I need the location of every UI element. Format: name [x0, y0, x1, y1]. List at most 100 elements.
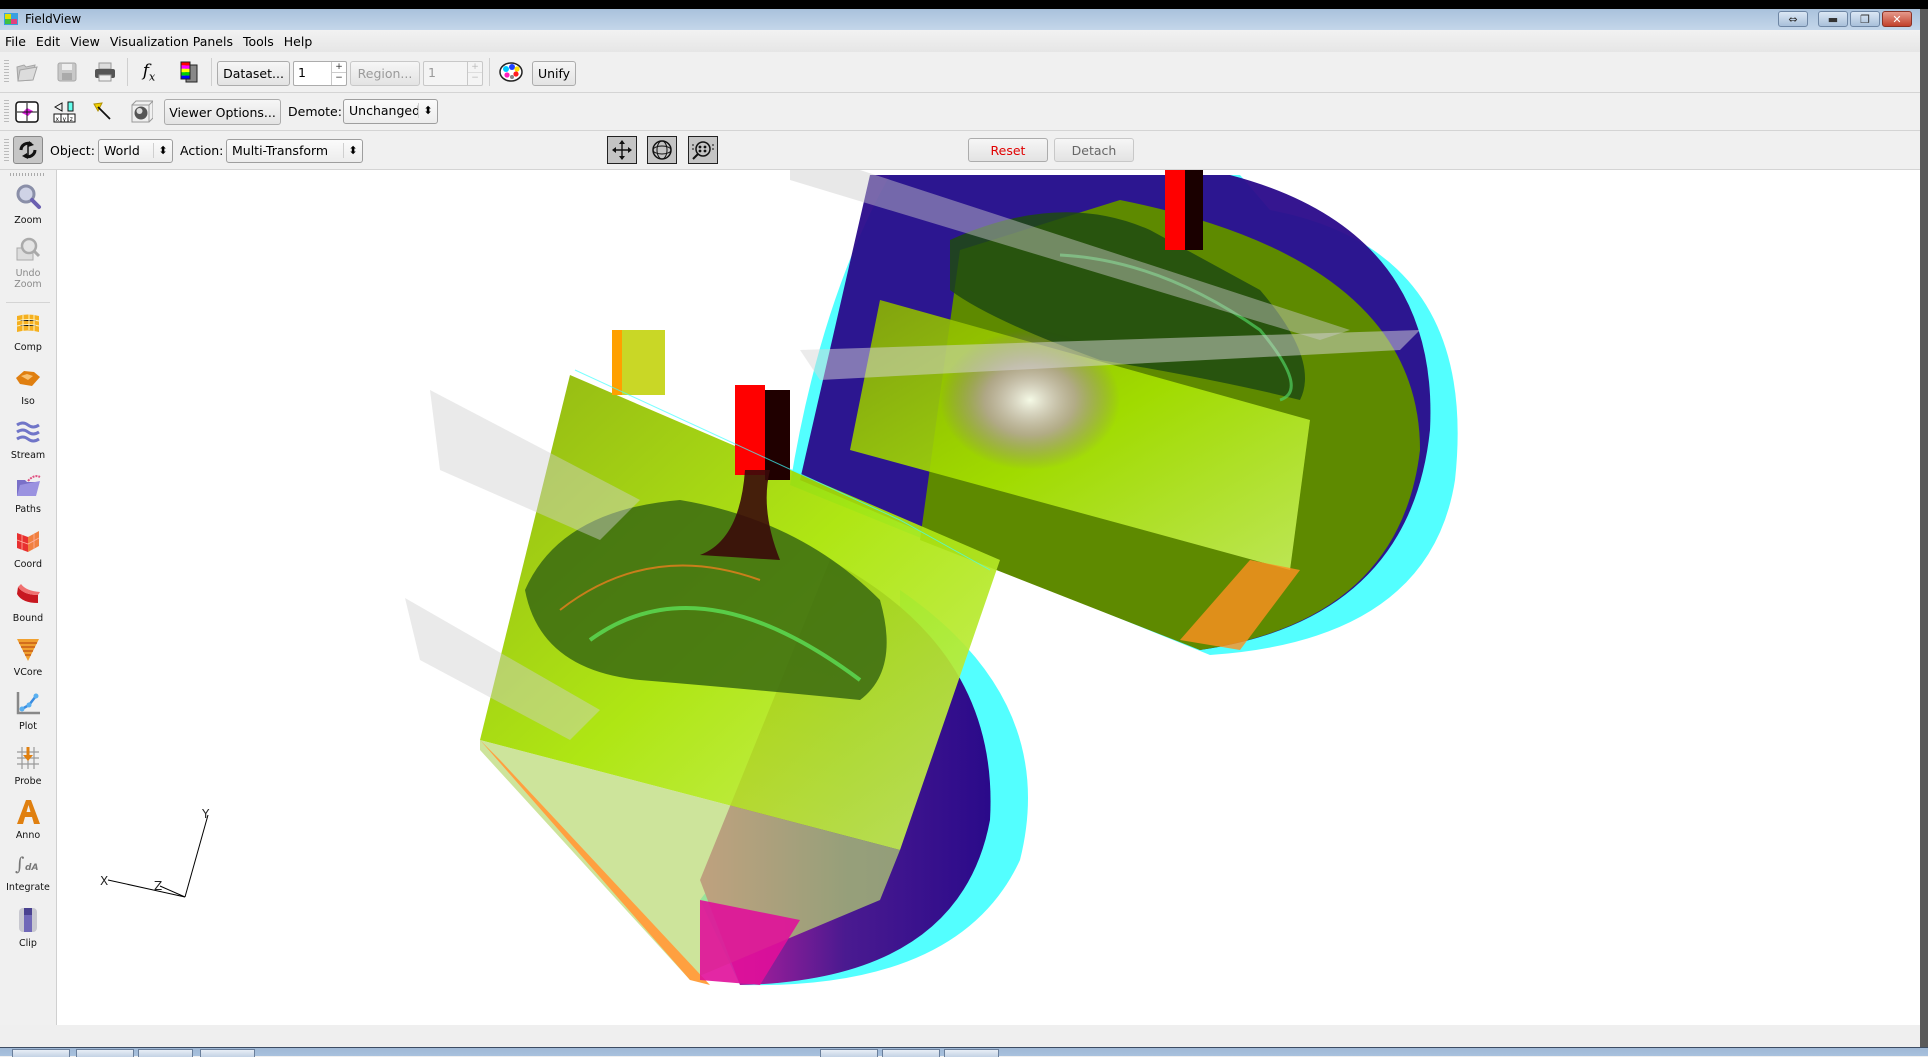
- separator: [127, 58, 128, 86]
- probe-icon: [17, 747, 39, 769]
- open-button[interactable]: [14, 59, 40, 85]
- coordinate-button[interactable]: xyz: [52, 99, 78, 125]
- colormap-icon: [180, 61, 198, 83]
- dataset-value[interactable]: 1: [298, 65, 306, 80]
- toolbar-transform: Object: World ⬍ Action: Multi-Transform …: [0, 131, 1920, 170]
- colormap-button[interactable]: [176, 59, 202, 85]
- open-folder-icon: [16, 64, 38, 82]
- iso-surface-icon: [16, 371, 40, 386]
- rotate-button[interactable]: [647, 136, 677, 164]
- menu-view[interactable]: View: [65, 34, 105, 49]
- toolbar-grip[interactable]: [4, 100, 9, 124]
- dataset-button[interactable]: Dataset...: [217, 61, 290, 86]
- sidebar-item-zoom[interactable]: Zoom: [0, 183, 56, 226]
- demote-label: Demote:: [288, 104, 342, 119]
- action-select[interactable]: Multi-Transform ⬍: [226, 139, 363, 163]
- zoom-view-button[interactable]: [688, 136, 718, 164]
- toolbar-viewer: xyz Viewer Options... Demote: Unchanged …: [0, 93, 1920, 131]
- pick-cursor-icon: [93, 102, 111, 120]
- sidebar-item-anno[interactable]: Anno: [0, 798, 56, 841]
- reset-button[interactable]: Reset: [968, 138, 1048, 162]
- sidebar-item-vcore[interactable]: VCore: [0, 635, 56, 678]
- window-title: FieldView: [25, 12, 82, 26]
- restore-icon: ❐: [1860, 12, 1870, 26]
- palette-button[interactable]: [498, 59, 524, 85]
- restore-button[interactable]: ❐: [1850, 11, 1880, 27]
- sphere-box-button[interactable]: [128, 99, 154, 125]
- menu-help[interactable]: Help: [279, 34, 318, 49]
- svg-text:y: y: [63, 116, 67, 123]
- close-button[interactable]: ✕: [1882, 11, 1912, 27]
- dataset-stepper[interactable]: + −: [331, 62, 346, 85]
- transform-mode-button[interactable]: [13, 136, 43, 164]
- menu-bar: File Edit View Visualization Panels Tool…: [0, 30, 1920, 53]
- detach-button[interactable]: Detach: [1054, 138, 1134, 162]
- sidebar-item-integrate[interactable]: ∫ dA Integrate: [0, 850, 56, 893]
- sidebar-divider: [6, 302, 50, 303]
- function-button[interactable]: fx: [136, 59, 162, 85]
- transform-rotate-icon: [19, 141, 37, 159]
- visualization-panels-sidebar: Zoom Undo Zoom Comp Iso Stream Paths Coo…: [0, 170, 57, 1025]
- dataset-spinbox[interactable]: 1 + −: [293, 61, 347, 86]
- toolbar-file: fx Dataset... 1 + − Region... 1 + − Unify: [0, 52, 1920, 93]
- svg-text:x: x: [56, 116, 60, 123]
- save-icon: [57, 62, 77, 82]
- translate-arrows-icon: [612, 140, 632, 160]
- streamlines-icon: [16, 421, 40, 443]
- axis-x-label: X: [100, 874, 108, 888]
- toolbar-grip[interactable]: [4, 139, 9, 163]
- sidebar-item-plot[interactable]: Plot: [0, 689, 56, 732]
- menu-edit[interactable]: Edit: [31, 34, 65, 49]
- print-icon: [95, 62, 115, 82]
- menu-visualization-panels[interactable]: Visualization Panels: [105, 34, 238, 49]
- os-taskbar: [0, 1047, 1928, 1057]
- region-value[interactable]: 1: [428, 65, 436, 80]
- print-button[interactable]: [92, 59, 118, 85]
- menu-file[interactable]: File: [0, 34, 31, 49]
- sidebar-item-undo-zoom[interactable]: Undo Zoom: [0, 236, 56, 290]
- region-button[interactable]: Region...: [350, 61, 420, 86]
- sidebar-item-bound[interactable]: Bound: [0, 581, 56, 624]
- sidebar-item-comp[interactable]: Comp: [0, 310, 56, 353]
- sphere-box-icon: [131, 100, 153, 123]
- toolbar-grip[interactable]: [4, 60, 9, 84]
- menu-tools[interactable]: Tools: [238, 34, 279, 49]
- annotation-icon: [17, 800, 40, 824]
- object-select[interactable]: World ⬍: [98, 139, 173, 163]
- sidebar-item-clip[interactable]: Clip: [0, 906, 56, 949]
- close-icon: ✕: [1892, 12, 1902, 26]
- integrate-icon: ∫ dA: [15, 854, 38, 875]
- scene-render: Y X Z: [100, 170, 1458, 986]
- region-stepper[interactable]: + −: [467, 62, 482, 85]
- axis-triad: Y X Z: [100, 807, 210, 898]
- sidebar-grip[interactable]: [10, 173, 44, 176]
- save-button[interactable]: [54, 59, 80, 85]
- minimize-button[interactable]: ▬: [1818, 11, 1848, 27]
- resize-button[interactable]: ⇔: [1778, 11, 1808, 27]
- sidebar-item-iso[interactable]: Iso: [0, 364, 56, 407]
- fit-view-button[interactable]: [14, 99, 40, 125]
- sidebar-item-probe[interactable]: Probe: [0, 744, 56, 787]
- translate-button[interactable]: [607, 136, 637, 164]
- updown-arrows-icon: ⬍: [343, 143, 362, 158]
- coordinate-surface-icon: [16, 531, 40, 552]
- zoom-magnifier-icon: [16, 184, 41, 209]
- plot-icon: [16, 692, 40, 715]
- title-bar: FieldView ⇔ ▬ ❐ ✕: [0, 9, 1920, 30]
- region-spinbox[interactable]: 1 + −: [423, 61, 483, 86]
- sidebar-item-stream[interactable]: Stream: [0, 418, 56, 461]
- unify-button[interactable]: Unify: [532, 61, 576, 86]
- window-right-edge: [1920, 9, 1928, 1056]
- viewer-options-button[interactable]: Viewer Options...: [164, 99, 281, 125]
- particle-paths-icon: [17, 475, 41, 496]
- sidebar-item-coord[interactable]: Coord: [0, 527, 56, 570]
- rotate-globe-icon: [652, 140, 672, 160]
- 3d-viewport[interactable]: Y X Z: [57, 170, 1920, 1025]
- sidebar-item-paths[interactable]: Paths: [0, 472, 56, 515]
- separator: [211, 58, 212, 86]
- axis-y-label: Y: [201, 807, 210, 821]
- pick-button[interactable]: [90, 99, 116, 125]
- svg-text:z: z: [70, 116, 74, 123]
- svg-text:∫: ∫: [15, 854, 25, 875]
- demote-select[interactable]: Unchanged ⬍: [343, 99, 438, 124]
